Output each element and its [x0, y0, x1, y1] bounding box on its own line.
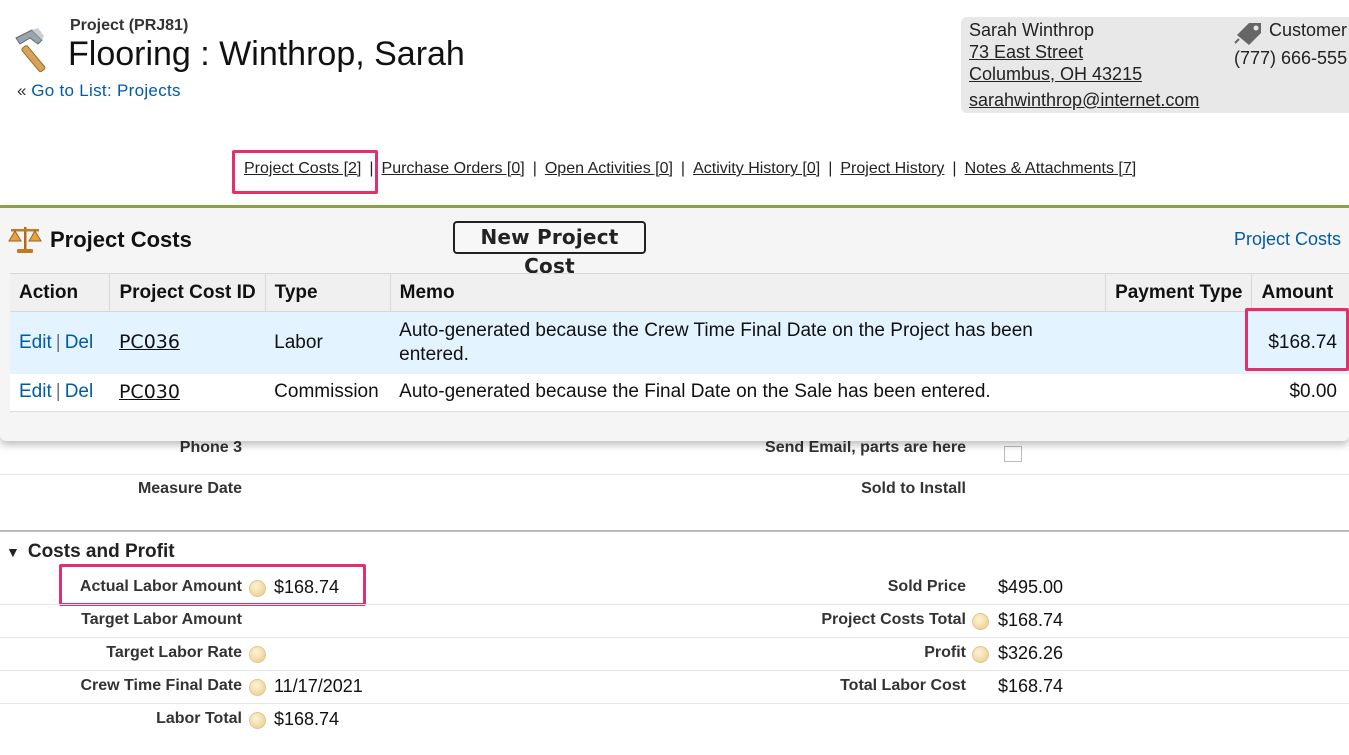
related-list-links: Project Costs [2] | Purchase Orders [0] | Op…	[244, 160, 1137, 177]
contact-type: Customer	[1269, 20, 1348, 40]
phone3-label: Phone 3	[179, 439, 242, 456]
cost-memo: Auto-generated because the Crew Time Fin…	[390, 311, 1106, 374]
send-email-checkbox[interactable]	[1004, 446, 1022, 462]
measure-date-label: Measure Date	[137, 480, 242, 497]
profit-label: Profit	[924, 644, 966, 661]
labor-total-label: Labor Total	[156, 710, 242, 727]
link-activity-history[interactable]: Activity History [0]	[693, 160, 820, 177]
total-labor-cost-label: Total Labor Cost	[840, 677, 966, 694]
record-type: Project (PRJ81)	[70, 17, 189, 34]
table-row: Edit | Del PC030 Commission Auto-generated…	[10, 373, 1349, 412]
contact-email-link[interactable]: sarahwinthrop@internet.com	[969, 90, 1199, 111]
table-header-row: Action Project Cost ID Type Memo Payment…	[10, 273, 1349, 312]
delete-link[interactable]: Del	[65, 381, 94, 402]
contact-name: Sarah Winthrop	[969, 20, 1095, 40]
col-amount[interactable]: Amount	[1251, 273, 1349, 312]
delete-link[interactable]: Del	[65, 332, 94, 353]
sold-price-label: Sold Price	[887, 578, 966, 595]
row-actions: Edit | Del	[10, 311, 110, 374]
section-title: Costs and Profit	[27, 541, 175, 562]
send-email-label: Send Email, parts are here	[765, 439, 966, 456]
sold-to-install-label: Sold to Install	[861, 480, 966, 497]
collapse-triangle-icon[interactable]: ▼	[6, 544, 20, 560]
row-divider	[0, 474, 1349, 475]
section-divider	[0, 530, 1349, 532]
row-divider	[0, 637, 1349, 638]
cost-payment-type	[1105, 373, 1252, 412]
col-memo[interactable]: Memo	[390, 273, 1107, 312]
back-arrow: «	[17, 81, 27, 100]
cost-memo: Auto-generated because the Final Date on…	[390, 373, 1106, 412]
col-payment-type[interactable]: Payment Type	[1105, 273, 1253, 312]
col-type[interactable]: Type	[265, 273, 391, 312]
go-to-list-link[interactable]: Go to List: Projects	[31, 81, 181, 100]
profit-value: $326.26	[998, 643, 1064, 663]
row-divider	[0, 703, 1349, 704]
col-project-cost-id[interactable]: Project Cost ID	[109, 273, 266, 312]
row-actions: Edit | Del	[10, 373, 110, 412]
link-purchase-orders[interactable]: Purchase Orders [0]	[382, 160, 525, 177]
table-row: Edit | Del PC036 Labor Auto-generated beca…	[10, 311, 1349, 374]
project-costs-total-value: $168.74	[998, 610, 1064, 630]
crew-time-final-date-label: Crew Time Final Date	[80, 677, 242, 694]
hammer-icon	[15, 28, 46, 73]
col-action: Action	[10, 273, 111, 312]
project-cost-id-link[interactable]: PC036	[119, 331, 180, 353]
help-icon[interactable]	[249, 580, 266, 597]
contact-card: Sarah Winthrop 73 East Street Columbus, …	[961, 17, 1349, 113]
link-notes-attachments[interactable]: Notes & Attachments [7]	[965, 160, 1137, 177]
cost-amount: $168.74	[1251, 311, 1349, 374]
link-open-activities[interactable]: Open Activities [0]	[545, 160, 673, 177]
breadcrumb: « Go to List: Projects	[17, 81, 181, 101]
project-costs-panel: Project Costs New Project Cost Project C…	[0, 205, 1349, 441]
project-cost-id-link[interactable]: PC030	[119, 381, 180, 403]
actual-labor-amount-label: Actual Labor Amount	[79, 578, 242, 595]
row-divider	[0, 604, 1349, 605]
help-icon[interactable]	[972, 613, 989, 630]
project-costs-total-label: Project Costs Total	[821, 611, 966, 628]
project-costs-list-link[interactable]: Project Costs	[1234, 229, 1341, 250]
new-project-cost-button[interactable]: New Project Cost	[453, 221, 646, 278]
contact-street-link[interactable]: 73 East Street	[969, 42, 1083, 63]
help-icon[interactable]	[972, 646, 989, 663]
edit-link[interactable]: Edit	[19, 381, 52, 402]
cost-type: Commission	[265, 373, 391, 412]
target-labor-rate-label: Target Labor Rate	[106, 644, 242, 661]
project-costs-title: Project Costs	[50, 227, 192, 252]
tag-icon	[1234, 23, 1261, 45]
total-labor-cost-value: $168.74	[998, 676, 1064, 696]
help-icon[interactable]	[249, 679, 266, 696]
contact-phone: (777) 666-555	[1234, 48, 1348, 68]
cost-type: Labor	[265, 311, 391, 374]
help-icon[interactable]	[249, 646, 266, 663]
help-icon[interactable]	[249, 712, 266, 729]
labor-total-value: $168.74	[274, 709, 340, 729]
edit-link[interactable]: Edit	[19, 332, 52, 353]
crew-time-final-date-value: 11/17/2021	[274, 676, 363, 696]
target-labor-amount-label: Target Labor Amount	[81, 611, 242, 628]
link-project-history[interactable]: Project History	[840, 160, 944, 177]
project-costs-table: Action Project Cost ID Type Memo Payment…	[10, 273, 1349, 412]
cost-payment-type	[1105, 311, 1252, 374]
scales-icon	[8, 227, 42, 253]
costs-profit-section-header[interactable]: ▼ Costs and Profit	[6, 541, 175, 563]
cost-amount: $0.00	[1251, 373, 1349, 412]
actual-labor-amount-value: $168.74	[274, 577, 340, 597]
contact-city-link[interactable]: Columbus, OH 43215	[969, 64, 1142, 85]
row-divider	[0, 670, 1349, 671]
link-project-costs[interactable]: Project Costs [2]	[244, 160, 361, 177]
page-title: Flooring : Winthrop, Sarah	[68, 35, 465, 73]
sold-price-value: $495.00	[998, 577, 1064, 597]
